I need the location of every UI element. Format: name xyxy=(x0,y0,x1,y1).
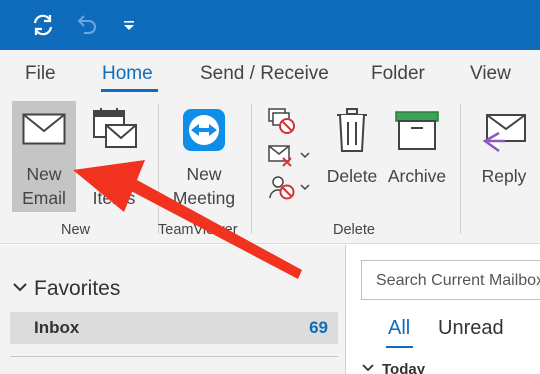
chevron-down-icon[interactable] xyxy=(300,146,310,164)
tab-home[interactable]: Home xyxy=(102,63,153,85)
filter-all-tab[interactable]: All xyxy=(388,317,410,340)
title-bar xyxy=(0,0,540,50)
tab-file[interactable]: File xyxy=(25,63,56,85)
reply-icon xyxy=(481,113,527,158)
trash-icon xyxy=(335,107,369,158)
group-label-teamviewer: TeamViewer xyxy=(158,222,238,238)
filter-unread-tab[interactable]: Unread xyxy=(438,317,504,340)
group-label-new: New xyxy=(61,222,91,238)
new-items-label-2: Items xyxy=(92,188,136,208)
archive-label: Archive xyxy=(387,166,447,186)
active-tab-indicator xyxy=(101,89,158,92)
ribbon-separator xyxy=(158,104,159,234)
ribbon-separator xyxy=(460,104,461,234)
new-email-label-1: New xyxy=(26,164,62,184)
customize-toolbar-icon[interactable] xyxy=(112,8,146,42)
inbox-label: Inbox xyxy=(34,318,80,337)
new-items-button[interactable]: New Items xyxy=(84,101,144,212)
reply-label: Reply xyxy=(481,166,527,186)
junk-icon[interactable] xyxy=(268,174,310,200)
folder-inbox[interactable]: Inbox 69 xyxy=(10,312,338,344)
chevron-down-icon xyxy=(362,360,374,374)
new-email-label-2: Email xyxy=(22,188,66,208)
delete-button[interactable]: Delete xyxy=(322,101,382,212)
reply-button[interactable]: Reply xyxy=(474,101,534,212)
chevron-down-icon xyxy=(12,280,28,298)
group-label-delete: Delete xyxy=(333,222,375,238)
ribbon-separator xyxy=(251,104,252,234)
new-meeting-label-1: New xyxy=(186,164,222,184)
today-label: Today xyxy=(382,360,426,374)
ignore-icon[interactable] xyxy=(268,108,296,139)
tab-send-receive[interactable]: Send / Receive xyxy=(200,63,329,85)
new-meeting-label-2: Meeting xyxy=(172,188,236,208)
archive-icon xyxy=(395,111,439,156)
chevron-down-icon[interactable] xyxy=(300,178,310,196)
new-meeting-button[interactable]: New Meeting xyxy=(168,101,240,212)
new-items-label-1: New xyxy=(96,164,132,184)
group-header-today[interactable]: Today xyxy=(362,360,425,374)
teamviewer-icon xyxy=(181,107,227,158)
tab-folder[interactable]: Folder xyxy=(371,63,425,85)
sync-icon[interactable] xyxy=(26,8,60,42)
delete-label: Delete xyxy=(326,166,378,186)
undo-icon[interactable] xyxy=(70,8,104,42)
envelope-icon xyxy=(22,113,66,150)
search-input[interactable]: Search Current Mailbox xyxy=(361,260,540,300)
unread-count-badge: 69 xyxy=(309,318,328,337)
folder-divider xyxy=(10,356,338,357)
new-items-icon xyxy=(90,107,138,154)
favorites-label: Favorites xyxy=(34,277,121,300)
archive-button[interactable]: Archive xyxy=(384,101,450,212)
clean-up-icon[interactable] xyxy=(268,142,310,168)
active-filter-indicator xyxy=(386,346,413,348)
tab-view[interactable]: View xyxy=(470,63,511,85)
new-email-button[interactable]: New Email xyxy=(12,101,76,212)
favorites-header[interactable]: Favorites xyxy=(12,277,120,301)
search-placeholder: Search Current Mailbox xyxy=(376,272,540,289)
folder-pane xyxy=(0,245,345,374)
